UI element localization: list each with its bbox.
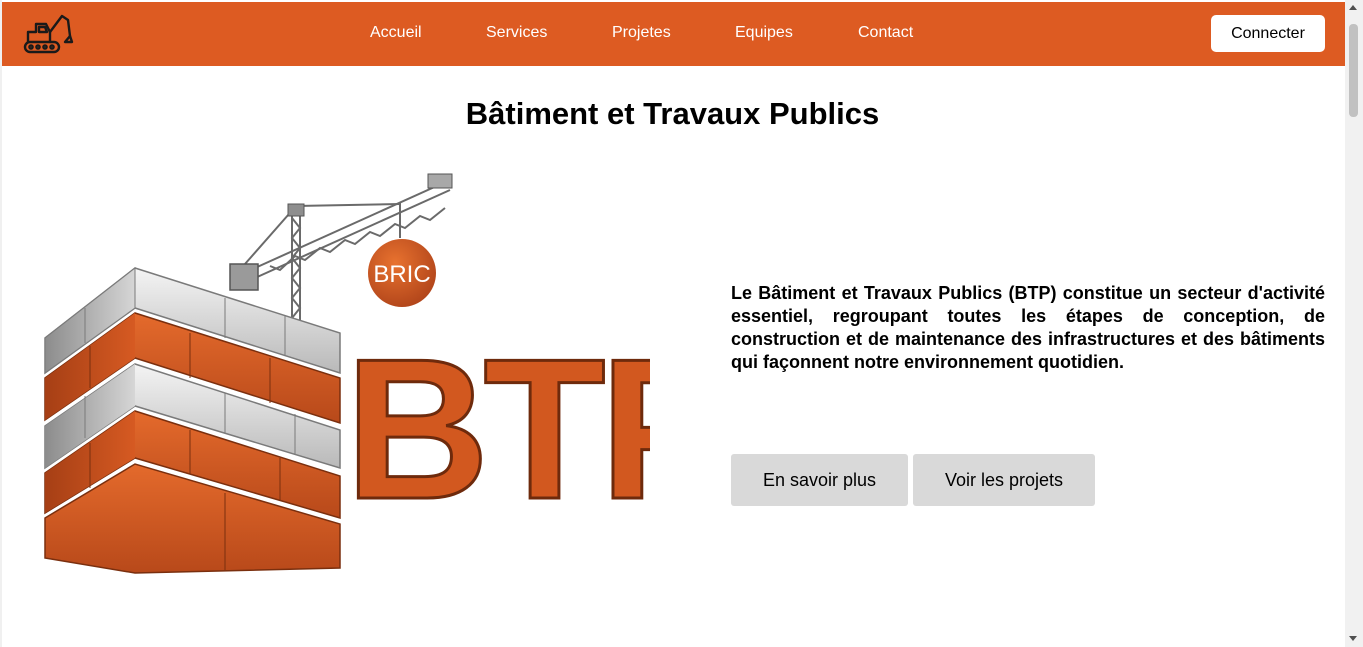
learn-more-button[interactable]: En savoir plus [731, 454, 908, 506]
scrollbar-thumb[interactable] [1349, 24, 1358, 117]
main-nav: Accueil Services Projetes Equipes Contac… [2, 2, 1345, 66]
connect-button[interactable]: Connecter [1211, 15, 1325, 52]
nav-link-equipes[interactable]: Equipes [735, 24, 793, 42]
navbar: Accueil Services Projetes Equipes Contac… [2, 2, 1345, 66]
scroll-up-arrow-icon[interactable] [1349, 5, 1357, 10]
page: Accueil Services Projetes Equipes Contac… [0, 0, 1363, 647]
scroll-down-arrow-icon[interactable] [1349, 636, 1357, 641]
view-projects-button[interactable]: Voir les projets [913, 454, 1095, 506]
nav-link-projetes[interactable]: Projetes [612, 24, 671, 42]
page-title: Bâtiment et Travaux Publics [465, 96, 880, 131]
btp-logo-text: BTP [345, 318, 650, 541]
bric-badge-text: BRIC [373, 261, 430, 288]
vertical-scrollbar[interactable] [1345, 0, 1363, 647]
nav-link-services[interactable]: Services [486, 24, 547, 42]
nav-link-accueil[interactable]: Accueil [370, 24, 422, 42]
hero-description: Le Bâtiment et Travaux Publics (BTP) con… [731, 283, 1325, 372]
btp-illustration: BRIC BT [40, 168, 735, 583]
nav-link-contact[interactable]: Contact [858, 24, 913, 42]
